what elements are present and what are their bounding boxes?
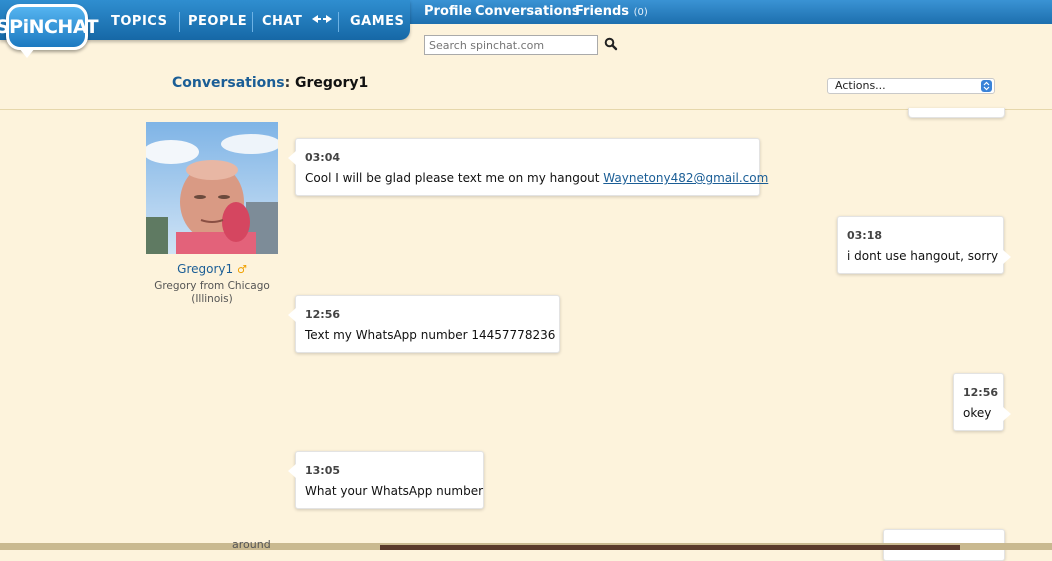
- profile-name-link[interactable]: Gregory1 ♂: [146, 262, 278, 276]
- friends-link[interactable]: Friends (0): [575, 4, 648, 19]
- conversations-breadcrumb[interactable]: Conversations:: [172, 75, 290, 91]
- contact-name: Gregory1: [295, 75, 369, 91]
- message-text: Text my WhatsApp number 14457778236: [305, 328, 556, 342]
- nav-people[interactable]: PEOPLE: [188, 14, 247, 29]
- conversation-header: Conversations: Gregory1 Actions...: [0, 64, 1052, 110]
- footer-partial-text: around: [232, 538, 271, 551]
- nav-divider: [179, 12, 180, 32]
- male-symbol-icon: ♂: [236, 263, 247, 276]
- message-time: 03:18: [847, 229, 883, 242]
- profile-location: Gregory from Chicago (Illinois): [154, 280, 270, 305]
- email-link[interactable]: Waynetony482@gmail.com: [603, 171, 768, 185]
- search-icon[interactable]: [604, 36, 618, 51]
- message-body: Cool I will be glad please text me on my…: [305, 171, 604, 185]
- breadcrumb-colon: :: [284, 75, 291, 91]
- nav-divider: [338, 12, 339, 32]
- nav-chat[interactable]: CHAT: [262, 14, 302, 29]
- message-bubble: 03:18 i dont use hangout, sorry: [837, 216, 1011, 274]
- message-text: i dont use hangout, sorry: [847, 249, 999, 263]
- message-bubble: 03:04 Cool I will be glad please text me…: [288, 138, 768, 196]
- message-bubble-partial: [908, 108, 1005, 118]
- message-time: 03:04: [305, 151, 341, 164]
- actions-dropdown[interactable]: Actions...: [827, 78, 995, 94]
- profile-link[interactable]: Profile: [424, 4, 472, 19]
- message-text: okey: [963, 406, 992, 420]
- conversations-link[interactable]: Conversations: [475, 4, 580, 19]
- spinchat-logo[interactable]: SPiNCHAT: [0, 4, 99, 58]
- top-header: SPiNCHAT TOPICS PEOPLE CHAT GAMES Profil…: [0, 0, 1052, 64]
- search-input[interactable]: [424, 35, 598, 55]
- message-time: 13:05: [305, 464, 341, 477]
- message-text: What your WhatsApp number: [305, 484, 484, 498]
- friends-count: (0): [633, 7, 648, 18]
- avatar[interactable]: [146, 122, 278, 254]
- message-text: Cool I will be glad please text me on my…: [305, 171, 768, 185]
- chevron-updown-icon: [981, 80, 992, 92]
- message-bubble: 13:05 What your WhatsApp number: [288, 451, 484, 509]
- friends-label: Friends: [575, 4, 630, 19]
- chat-arrows-icon: [311, 13, 333, 28]
- nav-divider: [252, 12, 253, 32]
- nav-games[interactable]: GAMES: [350, 14, 404, 29]
- actions-selected: Actions...: [835, 79, 886, 92]
- avatar-photo: [146, 122, 278, 254]
- message-bubble: 12:56 okey: [953, 373, 1011, 431]
- nav-topics[interactable]: TOPICS: [111, 14, 167, 29]
- profile-name: Gregory1: [177, 262, 234, 276]
- message-time: 12:56: [963, 386, 999, 399]
- conversations-label: Conversations: [172, 75, 285, 91]
- footer-image-strip: [380, 545, 960, 550]
- message-time: 12:56: [305, 308, 341, 321]
- message-bubble: 12:56 Text my WhatsApp number 1445777823…: [288, 295, 560, 353]
